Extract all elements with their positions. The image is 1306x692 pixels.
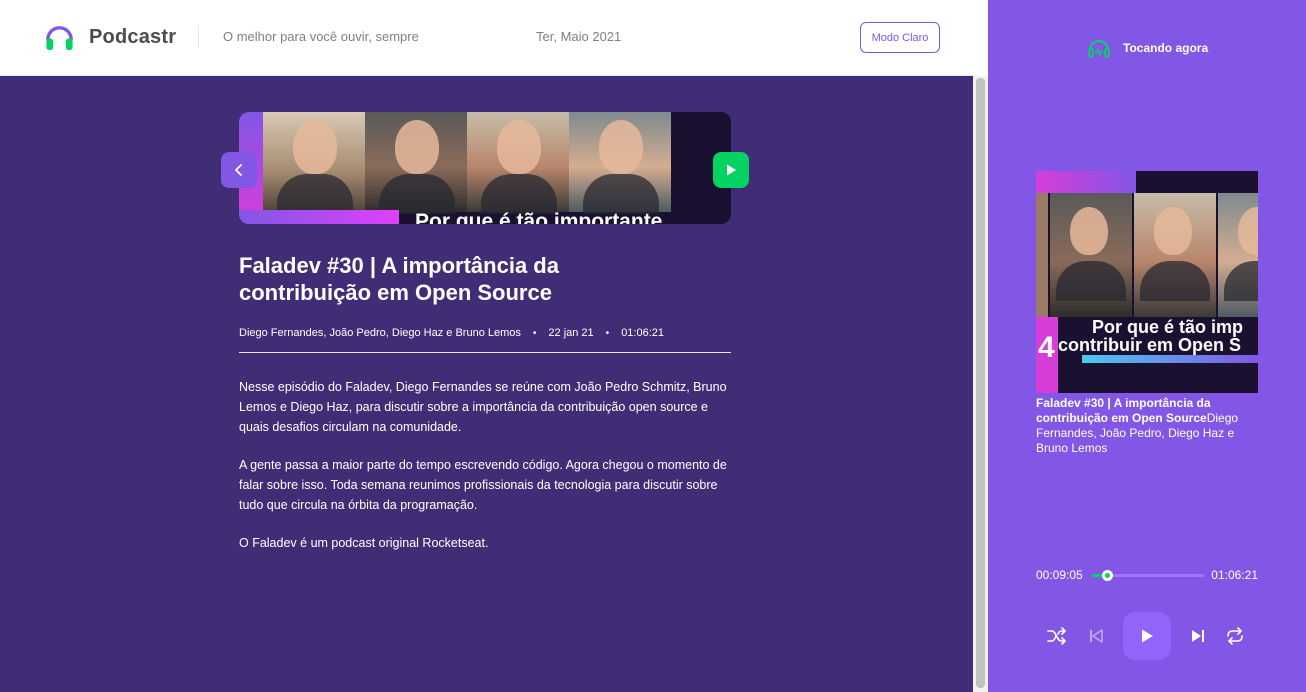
episode-cover: 4 Por que é tão imp contribuir em Open S <box>1036 171 1258 393</box>
progress-slider[interactable] <box>1092 570 1204 581</box>
cover-caption-line2: contribuir em Open S <box>1058 335 1242 355</box>
previous-button[interactable] <box>1086 626 1106 646</box>
now-playing-header: Tocando agora <box>1087 37 1208 59</box>
thumbnail-person <box>365 112 467 214</box>
headphones-icon <box>46 26 73 51</box>
cover-person <box>1036 193 1048 317</box>
description-paragraph: O Faladev é um podcast original Rocketse… <box>239 536 489 550</box>
play-icon <box>727 164 736 176</box>
progress-handle[interactable] <box>1102 570 1114 581</box>
description-paragraph: Nesse episódio do Faladev, Diego Fernand… <box>239 380 727 434</box>
next-button[interactable] <box>1188 626 1208 646</box>
current-date: Ter, Maio 2021 <box>536 29 622 44</box>
now-playing-info: Faladev #30 | A importância da contribui… <box>1036 396 1258 456</box>
player-panel: Tocando agora 4 Por que é tão imp contri… <box>988 0 1306 692</box>
shuffle-icon <box>1047 627 1066 645</box>
repeat-button[interactable] <box>1224 626 1246 646</box>
episode-description: Nesse episódio do Faladev, Diego Fernand… <box>239 377 731 571</box>
thumbnail-person <box>467 112 569 214</box>
skip-next-icon <box>1192 630 1204 642</box>
total-time: 01:06:21 <box>1211 568 1258 582</box>
skip-previous-icon <box>1090 629 1103 643</box>
page-scrollbar[interactable] <box>973 76 988 692</box>
progress-section: 00:09:05 01:06:21 <box>1036 567 1258 583</box>
cover-person <box>1050 193 1132 317</box>
header-divider <box>198 26 199 48</box>
tagline: O melhor para você ouvir, sempre <box>223 29 419 44</box>
now-playing-label: Tocando agora <box>1123 41 1209 55</box>
repeat-icon <box>1227 627 1243 645</box>
player-controls <box>1036 612 1258 660</box>
back-button[interactable] <box>221 152 257 188</box>
thumbnail-person <box>263 112 365 214</box>
episode-members: Diego Fernandes, João Pedro, Diego Haz e… <box>239 327 521 339</box>
scrollbar-thumb[interactable] <box>976 78 985 688</box>
shuffle-button[interactable] <box>1046 626 1068 646</box>
episode-date: 22 jan 21 <box>548 327 594 339</box>
header: Podcastr O melhor para você ouvir, sempr… <box>0 0 973 76</box>
headphones-icon <box>1088 40 1110 58</box>
cover-person <box>1134 193 1216 317</box>
play-button[interactable] <box>1123 612 1171 660</box>
play-episode-button[interactable] <box>713 152 749 188</box>
cover-accent-bar <box>1082 355 1258 363</box>
cover-gradient <box>1036 171 1136 193</box>
logo[interactable]: Podcastr <box>44 22 176 53</box>
episode-duration: 01:06:21 <box>621 327 665 339</box>
cover-number: 4 <box>1038 331 1055 364</box>
episode-page: Por que é tão importante Faladev #30 | A… <box>0 76 973 692</box>
chevron-left-icon <box>235 164 242 176</box>
play-icon <box>1142 629 1153 643</box>
theme-toggle-button[interactable]: Modo Claro <box>860 22 940 53</box>
thumbnail-person <box>569 112 671 214</box>
current-time: 00:09:05 <box>1036 568 1083 582</box>
meta-divider <box>239 352 731 353</box>
description-paragraph: A gente passa a maior parte do tempo esc… <box>239 458 727 512</box>
episode-thumbnail: Por que é tão importante <box>239 112 731 224</box>
meta-separator: • <box>532 327 537 339</box>
thumbnail-caption: Por que é tão importante <box>415 210 663 224</box>
thumbnail-gradient-bar <box>239 210 399 224</box>
meta-separator: • <box>605 327 610 339</box>
now-playing-title: Faladev #30 | A importância da contribui… <box>1036 396 1211 425</box>
episode-meta: Diego Fernandes, João Pedro, Diego Haz e… <box>239 327 664 339</box>
app-name: Podcastr <box>89 26 177 48</box>
episode-title: Faladev #30 | A importância da contribui… <box>239 253 559 305</box>
cover-person <box>1218 193 1258 317</box>
